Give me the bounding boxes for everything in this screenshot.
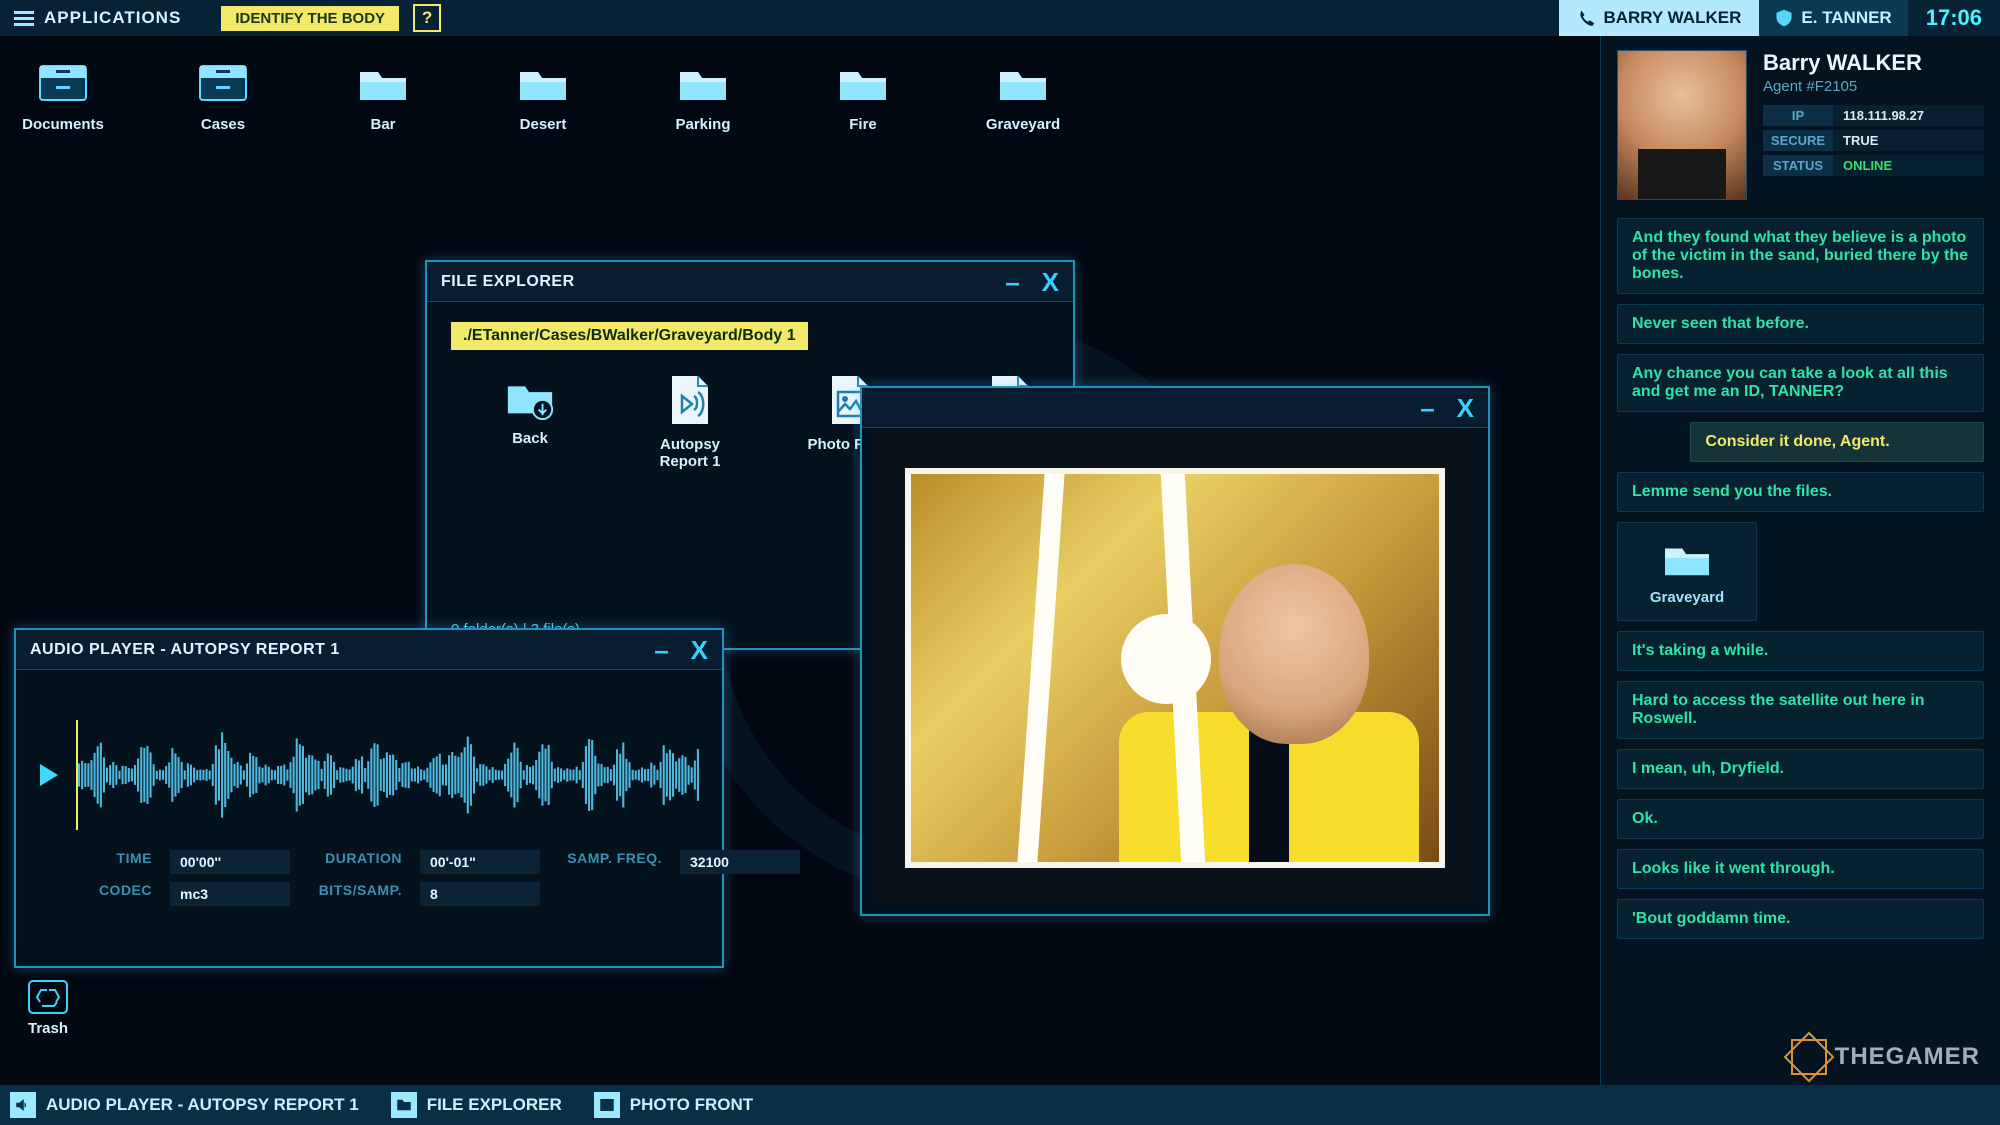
- audio-title: Audio Player - Autopsy Report 1: [30, 641, 340, 659]
- path-bar: ./ETanner/Cases/BWalker/Graveyard/Body 1: [451, 322, 808, 350]
- image-icon: [594, 1092, 620, 1118]
- agent-badge-name: E. TANNER: [1801, 8, 1891, 28]
- message-in: Lemme send you the files.: [1617, 472, 1984, 512]
- objective-box[interactable]: Identify the body: [221, 6, 399, 31]
- message-in: Ok.: [1617, 799, 1984, 839]
- phone-icon: [1577, 9, 1595, 27]
- meta-duration-val: 00'-01": [420, 850, 540, 874]
- profile-sub: Agent #F2105: [1763, 78, 1984, 95]
- close-button[interactable]: X: [1042, 272, 1059, 292]
- meta-codec-key: CODEC: [70, 882, 160, 906]
- message-in: Any chance you can take a look at all th…: [1617, 354, 1984, 412]
- meta-freq-val: 32100: [680, 850, 800, 874]
- desktop-documents[interactable]: Documents: [18, 60, 108, 133]
- profile-table: IP118.111.98.27 SECURETRUE STATUSONLINE: [1763, 105, 1984, 176]
- desktop-cases[interactable]: Cases: [178, 60, 268, 133]
- audio-titlebar[interactable]: Audio Player - Autopsy Report 1 – X: [16, 630, 722, 670]
- message-in: Hard to access the satellite out here in…: [1617, 681, 1984, 739]
- fe-item-back[interactable]: Back: [475, 374, 585, 470]
- applications-label[interactable]: Applications: [44, 8, 181, 28]
- contact-tab-walker[interactable]: BARRY WALKER: [1559, 0, 1759, 36]
- photo-titlebar[interactable]: – X: [862, 388, 1488, 428]
- watermark: THEGAMER: [1791, 1039, 1980, 1075]
- meta-time-key: TIME: [70, 850, 160, 874]
- minimize-button[interactable]: –: [1005, 272, 1019, 292]
- profile-name: Barry WALKER: [1763, 50, 1984, 76]
- message-out: Consider it done, Agent.: [1690, 422, 1984, 462]
- photo-viewport: [872, 432, 1478, 904]
- play-button[interactable]: [40, 764, 58, 786]
- close-button[interactable]: X: [691, 640, 708, 660]
- chat-panel: Barry WALKER Agent #F2105 IP118.111.98.2…: [1600, 36, 2000, 1085]
- message-in: 'Bout goddamn time.: [1617, 899, 1984, 939]
- top-bar: Applications Identify the body ? BARRY W…: [0, 0, 2000, 36]
- message-attachment[interactable]: Graveyard: [1617, 522, 1757, 621]
- audio-icon: [10, 1092, 36, 1118]
- meta-duration-key: DURATION: [300, 850, 410, 874]
- message-in: Never seen that before.: [1617, 304, 1984, 344]
- badge-icon: [1775, 9, 1793, 27]
- meta-bits-key: BITS/SAMP.: [300, 882, 410, 906]
- message-list: And they found what they believe is a ph…: [1617, 218, 1984, 1071]
- evidence-photo: [905, 468, 1445, 868]
- contact-name: BARRY WALKER: [1603, 8, 1741, 28]
- close-button[interactable]: X: [1457, 398, 1474, 418]
- taskbar-label: File Explorer: [427, 1095, 562, 1115]
- meta-codec-val: mc3: [170, 882, 290, 906]
- message-in: Looks like it went through.: [1617, 849, 1984, 889]
- minimize-button[interactable]: –: [1420, 398, 1434, 418]
- taskbar: Audio Player - Autopsy Report 1 File Exp…: [0, 1085, 2000, 1125]
- trash-label: Trash: [28, 1020, 68, 1037]
- desktop-fire[interactable]: Fire: [818, 60, 908, 133]
- watermark-logo-icon: [1791, 1039, 1827, 1075]
- taskbar-label: Audio Player - Autopsy Report 1: [46, 1095, 359, 1115]
- taskbar-item-explorer[interactable]: File Explorer: [391, 1092, 562, 1118]
- desktop-bar[interactable]: Bar: [338, 60, 428, 133]
- watermark-text: THEGAMER: [1835, 1043, 1980, 1071]
- message-in: I mean, uh, Dryfield.: [1617, 749, 1984, 789]
- desktop: Documents Cases Bar Desert Parking Fire Gravey…: [18, 60, 1068, 133]
- message-in: And they found what they believe is a ph…: [1617, 218, 1984, 294]
- meta-freq-key: SAMP. FREQ.: [550, 850, 670, 874]
- photo-window[interactable]: – X: [860, 386, 1490, 916]
- menu-icon[interactable]: [14, 11, 34, 26]
- desktop-graveyard[interactable]: Graveyard: [978, 60, 1068, 133]
- profile-card: Barry WALKER Agent #F2105 IP118.111.98.2…: [1617, 50, 1984, 200]
- minimize-button[interactable]: –: [654, 640, 668, 660]
- desktop-desert[interactable]: Desert: [498, 60, 588, 133]
- folder-icon: [391, 1092, 417, 1118]
- help-button[interactable]: ?: [413, 4, 441, 32]
- recycle-icon: [28, 980, 68, 1014]
- profile-row-secure: SECURETRUE: [1763, 130, 1984, 151]
- avatar: [1617, 50, 1747, 200]
- taskbar-item-photo[interactable]: Photo Front: [594, 1092, 753, 1118]
- trash[interactable]: Trash: [28, 980, 68, 1037]
- waveform-display: [78, 720, 700, 830]
- taskbar-label: Photo Front: [630, 1095, 753, 1115]
- meta-bits-val: 8: [420, 882, 540, 906]
- audio-metadata: TIME 00'00'' DURATION 00'-01" SAMP. FREQ…: [70, 850, 722, 906]
- profile-row-status: STATUSONLINE: [1763, 155, 1984, 176]
- agent-badge-tab[interactable]: E. TANNER: [1759, 0, 1907, 36]
- meta-time-val: 00'00'': [170, 850, 290, 874]
- desktop-parking[interactable]: Parking: [658, 60, 748, 133]
- fe-item-autopsy-report-1[interactable]: Autopsy Report 1: [635, 374, 745, 470]
- waveform[interactable]: [76, 720, 700, 830]
- clock: 17:06: [1908, 5, 2000, 31]
- file-explorer-titlebar[interactable]: File Explorer – X: [427, 262, 1073, 302]
- profile-row-ip: IP118.111.98.27: [1763, 105, 1984, 126]
- message-in: It's taking a while.: [1617, 631, 1984, 671]
- audio-player-window[interactable]: Audio Player - Autopsy Report 1 – X TIME…: [14, 628, 724, 968]
- file-explorer-title: File Explorer: [441, 273, 575, 291]
- taskbar-item-audio[interactable]: Audio Player - Autopsy Report 1: [10, 1092, 359, 1118]
